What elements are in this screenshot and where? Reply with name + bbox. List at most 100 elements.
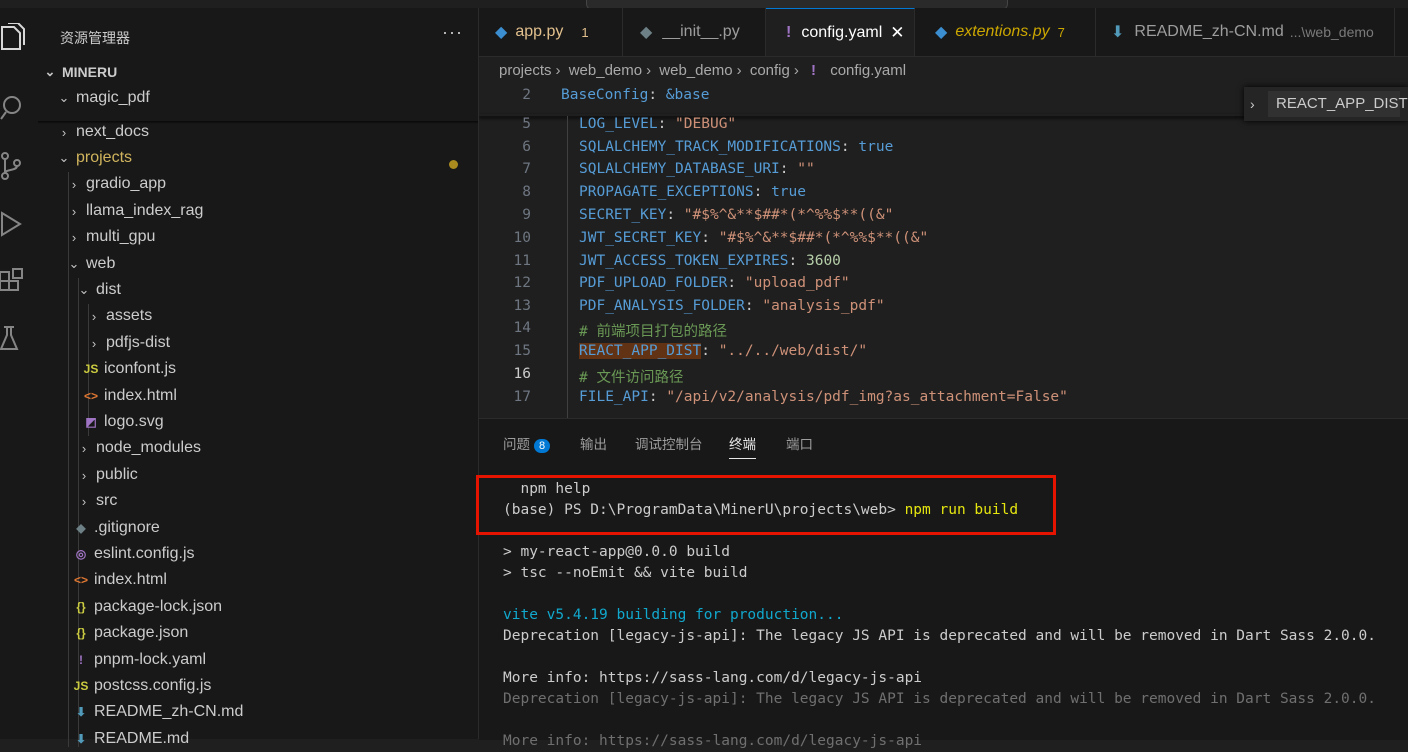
tree-item-readme[interactable]: ⬇ README.md [38, 726, 478, 752]
tree-item-dist[interactable]: ⌄ dist [38, 277, 478, 303]
python-file-icon: ◆ [640, 24, 653, 41]
explorer-icon[interactable] [0, 18, 38, 58]
code-line[interactable]: PROPAGATE_EXCEPTIONS: true [579, 184, 806, 200]
line-number: 7 [522, 161, 531, 177]
code-line[interactable]: REACT_APP_DIST: "../../web/dist/" [579, 343, 867, 359]
code-editor[interactable]: 2 BaseConfig: &base 5 LOG_LEVEL: "DEBUG"… [479, 84, 1408, 418]
tree-item-projects[interactable]: ⌄ projects [38, 145, 478, 171]
js-file-icon: JS [83, 362, 99, 376]
line-number-current: 16 [513, 366, 531, 382]
code-line[interactable]: SQLALCHEMY_TRACK_MODIFICATIONS: true [579, 139, 893, 155]
tab-config-yaml[interactable]: ! config.yaml ✕ [766, 8, 915, 56]
tab-label: extentions.py [955, 23, 1050, 40]
tab-terminal[interactable]: 终端 [729, 433, 756, 459]
tree-item-public[interactable]: › public [38, 462, 478, 488]
tree-item-pdfjs-dist[interactable]: › pdfjs-dist [38, 330, 478, 356]
tab-label: 问题 [503, 437, 530, 452]
terminal-line: Deprecation [legacy-js-api]: The legacy … [503, 691, 1376, 707]
tree-item-index-html-root[interactable]: <> index.html [38, 567, 478, 593]
code-line[interactable]: JWT_ACCESS_TOKEN_EXPIRES: 3600 [579, 253, 841, 269]
run-debug-icon[interactable] [0, 204, 38, 244]
tree-item-label: dist [96, 281, 121, 298]
tree-item-package-lock[interactable]: {} package-lock.json [38, 594, 478, 620]
terminal-line: > tsc --noEmit && vite build [503, 565, 748, 581]
tree-item-readme-zh[interactable]: ⬇ README_zh-CN.md [38, 699, 478, 725]
code-comment[interactable]: # 文件访问路径 [579, 366, 683, 387]
tree-item-llama-index-rag[interactable]: › llama_index_rag [38, 198, 478, 224]
code-line[interactable]: SQLALCHEMY_DATABASE_URI: "" [579, 161, 815, 177]
menu-bar [0, 0, 1408, 8]
tab-readme-zh[interactable]: ⬇ README_zh-CN.md ...\web_demo [1095, 8, 1395, 56]
tree-item-next-docs[interactable]: › next_docs [38, 119, 478, 145]
code-line[interactable]: JWT_SECRET_KEY: "#$%^&**$##*(*^%%$**((&" [579, 230, 928, 246]
tree-item-iconfont-js[interactable]: JS iconfont.js [38, 356, 478, 382]
code-line[interactable]: PDF_UPLOAD_FOLDER: "upload_pdf" [579, 275, 850, 291]
tree-item-index-html[interactable]: <> index.html [38, 383, 478, 409]
indent-guide [567, 116, 568, 418]
code-line[interactable]: SECRET_KEY: "#$%^&**$##*(*^%%$**((&" [579, 207, 893, 223]
line-number: 6 [522, 139, 531, 155]
code-line[interactable]: LOG_LEVEL: "DEBUG" [579, 116, 736, 132]
testing-icon[interactable] [0, 318, 38, 358]
extensions-icon[interactable] [0, 262, 38, 302]
tab-init-py[interactable]: ◆ __init__.py [622, 8, 766, 56]
tree-item-multi-gpu[interactable]: › multi_gpu [38, 224, 478, 250]
tree-item-label: eslint.config.js [94, 545, 195, 562]
tab-output[interactable]: 输出 [580, 433, 607, 453]
workspace-root[interactable]: ⌄ MINERU [38, 59, 478, 85]
breadcrumb-item[interactable]: projects [499, 62, 552, 79]
chevron-down-icon: ⌄ [58, 150, 70, 165]
tree-item-postcss-config[interactable]: JS postcss.config.js [38, 673, 478, 699]
tree-item-assets[interactable]: › assets [38, 303, 478, 329]
chevron-right-icon: › [91, 308, 97, 324]
tab-debug-console[interactable]: 调试控制台 [635, 433, 703, 453]
tree-item-magic-pdf[interactable]: ⌄ magic_pdf [38, 85, 478, 111]
yaml-value: 3600 [805, 253, 841, 269]
chevron-down-icon: ⌄ [68, 256, 80, 271]
chevron-right-icon: › [81, 493, 87, 509]
html-file-icon: <> [73, 573, 88, 587]
find-widget: › REACT_APP_DIST [1244, 87, 1408, 121]
tree-item-label: web [86, 255, 116, 272]
modified-indicator [449, 160, 458, 169]
more-actions-icon[interactable]: ··· [442, 22, 463, 43]
yaml-value: "#$%^&**$##*(*^%%$**((&" [718, 230, 929, 246]
code-comment[interactable]: # 前端项目打包的路径 [579, 320, 727, 341]
tree-item-gradio-app[interactable]: › gradio_app [38, 171, 478, 197]
tree-item-eslint-config[interactable]: ◎ eslint.config.js [38, 541, 478, 567]
source-control-icon[interactable] [0, 146, 38, 186]
tree-item-node-modules[interactable]: › node_modules [38, 435, 478, 461]
tree-item-pnpm-lock[interactable]: ! pnpm-lock.yaml [38, 647, 478, 673]
search-icon[interactable] [0, 88, 38, 128]
line-number: 12 [513, 275, 531, 291]
breadcrumb-item[interactable]: config [750, 62, 790, 79]
code-line[interactable]: FILE_API: "/api/v2/analysis/pdf_img?as_a… [579, 389, 1068, 405]
tab-label: __init__.py [662, 23, 740, 40]
chevron-right-icon[interactable]: › [1250, 96, 1255, 112]
find-input[interactable]: REACT_APP_DIST [1268, 91, 1408, 117]
command-center[interactable] [586, 0, 1008, 8]
tree-item-logo-svg[interactable]: ◩ logo.svg [38, 409, 478, 435]
breadcrumb-item[interactable]: web_demo [569, 62, 642, 79]
tree-item-src[interactable]: › src [38, 488, 478, 514]
sticky-scroll-line[interactable]: BaseConfig: &base [561, 87, 709, 103]
tab-extentions-py[interactable]: ◆ extentions.py 7 [915, 8, 1096, 56]
close-icon[interactable]: ✕ [890, 23, 904, 43]
yaml-value: "#$%^&**$##*(*^%%$**((&" [683, 207, 894, 223]
breadcrumb-item[interactable]: config.yaml [830, 62, 906, 79]
code-line[interactable]: PDF_ANALYSIS_FOLDER: "analysis_pdf" [579, 298, 885, 314]
breadcrumb-item[interactable]: web_demo [659, 62, 732, 79]
python-file-icon: ◆ [495, 24, 508, 41]
bottom-panel: 问题 8 输出 调试控制台 终端 端口 npm help (base) PS D:… [479, 418, 1408, 749]
tree-item-package-json[interactable]: {} package.json [38, 620, 478, 646]
tab-problems[interactable]: 问题 8 [503, 433, 551, 453]
tree-item-web[interactable]: ⌄ web [38, 251, 478, 277]
tab-app-py[interactable]: ◆ app.py 1 [479, 8, 623, 56]
tree-item-label: gradio_app [86, 175, 167, 192]
chevron-down-icon: ⌄ [58, 90, 70, 105]
chevron-right-icon: › [61, 124, 67, 140]
tab-ports[interactable]: 端口 [786, 433, 813, 453]
tree-item-gitignore[interactable]: ◆ .gitignore [38, 515, 478, 541]
yaml-key: JWT_SECRET_KEY [579, 230, 702, 246]
line-number: 5 [522, 116, 531, 132]
